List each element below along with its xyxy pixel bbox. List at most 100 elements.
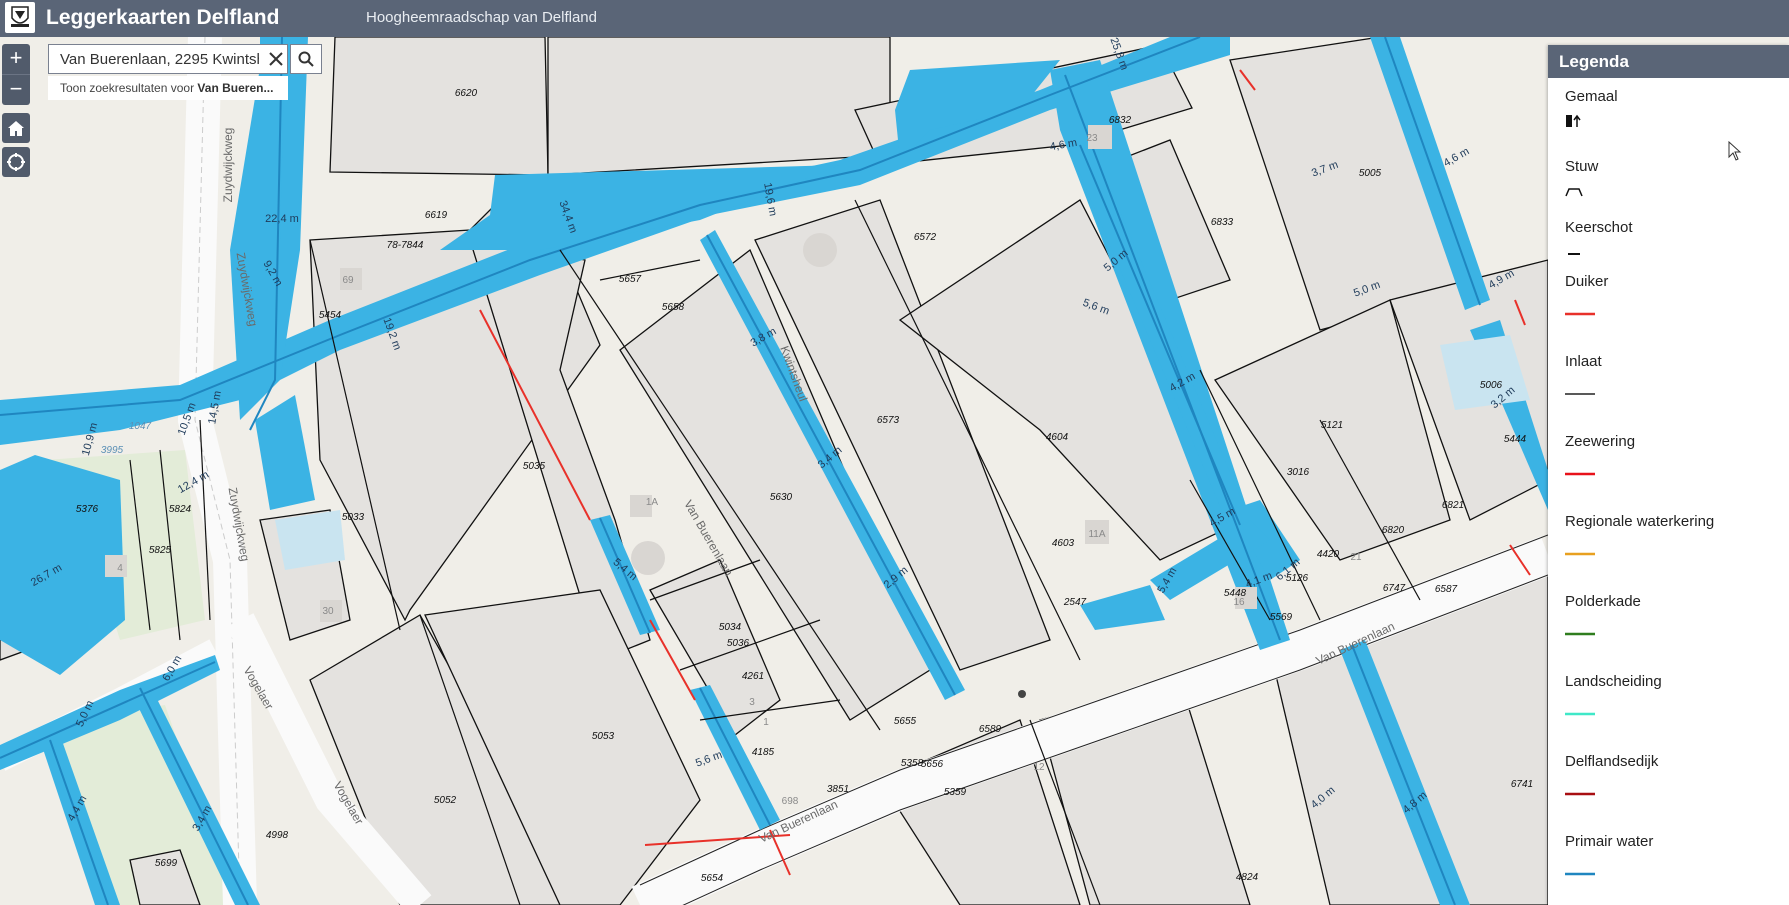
house-number: 11A	[1088, 529, 1105, 540]
legend-line-swatch	[1565, 712, 1595, 716]
parcel-label: 5034	[719, 622, 742, 633]
legend-label: Duiker	[1565, 273, 1609, 290]
legend-line-swatch	[1565, 792, 1595, 796]
suggestion-prefix: Toon zoekresultaten voor	[60, 81, 198, 95]
parcel-label: 6619	[425, 210, 448, 221]
parcel-label: 5699	[155, 858, 178, 869]
house-number: 3	[749, 697, 755, 708]
house-number: 23	[1086, 133, 1098, 144]
street-label: Zuydwijckweg	[221, 128, 235, 203]
parcel-label: 5006	[1480, 380, 1503, 391]
app-title: Leggerkaarten Delfland	[46, 6, 280, 29]
parcel-label: 5444	[1504, 434, 1527, 445]
parcel-label: 6589	[979, 724, 1002, 735]
organization-name: Hoogheemraadschap van Delfland	[366, 9, 597, 26]
house-number: 30	[322, 606, 334, 617]
parcel-label: 1047	[129, 421, 152, 432]
legend-item: Inlaat	[1565, 353, 1765, 395]
parcel-label: 5005	[1359, 168, 1382, 179]
parcel-label: 6820	[1382, 525, 1405, 536]
parcel-label: 4420	[1317, 549, 1340, 560]
search-suggestion[interactable]: Toon zoekresultaten voor Van Bueren...	[48, 76, 288, 100]
zoom-in-button[interactable]: +	[2, 44, 30, 74]
legend-line-swatch	[1565, 552, 1595, 556]
legend-label: Inlaat	[1565, 353, 1602, 370]
delfland-logo	[5, 2, 35, 33]
house-number: 4	[117, 563, 123, 574]
house-number: 21	[1350, 552, 1362, 563]
parcel-label: 2547	[1063, 597, 1087, 608]
home-button[interactable]	[2, 113, 30, 143]
parcel-label: 6832	[1109, 115, 1132, 126]
legend-title: Legenda	[1548, 45, 1789, 78]
map-canvas[interactable]: 6620 6832 5005 6833 6619 78-7844 6572 5657 5658 5…	[0, 37, 1548, 905]
mouse-cursor-icon	[1728, 141, 1742, 161]
house-number: 1	[763, 717, 769, 728]
pond	[275, 510, 345, 570]
parcel-label: 5454	[319, 310, 342, 321]
legend-line-swatch	[1565, 872, 1595, 876]
parcel-label: 5053	[592, 731, 615, 742]
keerschot-icon	[1568, 253, 1580, 255]
legend-item: Regionale waterkering	[1565, 513, 1765, 556]
map-view[interactable]: 6620 6832 5005 6833 6619 78-7844 6572 5657 5658 5…	[0, 37, 1548, 905]
house-number: 698	[782, 796, 799, 807]
parcel-label: 5630	[770, 492, 793, 503]
house-number: 16	[1233, 597, 1245, 608]
parcel-label: 4261	[742, 671, 764, 682]
parcel-label: 5033	[342, 512, 365, 523]
legend-item: Delflandsedijk	[1565, 753, 1765, 796]
parcel-label: 4824	[1236, 872, 1259, 883]
clear-search-icon[interactable]	[268, 51, 284, 67]
legend-line-swatch	[1565, 312, 1595, 316]
gemaal-icon	[1566, 114, 1581, 127]
parcel-label: 5824	[169, 504, 192, 515]
marker-dot	[1018, 690, 1026, 698]
legend-label: Regionale waterkering	[1565, 513, 1715, 530]
parcel-label: 4185	[752, 747, 775, 758]
house-number: 12	[1033, 762, 1045, 773]
legend-item: Polderkade	[1565, 593, 1765, 636]
legend-line-swatch	[1565, 393, 1595, 395]
parcel-label: 6833	[1211, 217, 1234, 228]
parcel-label: 5035	[523, 461, 546, 472]
parcel-label: 5121	[1321, 420, 1343, 431]
locate-button[interactable]	[2, 147, 30, 177]
parcel-label: 5376	[76, 504, 99, 515]
legend-label: Primair water	[1565, 833, 1654, 850]
legend-item: Duiker	[1565, 273, 1765, 316]
legend-item: Primair water	[1565, 833, 1765, 876]
legend-label: Delflandsedijk	[1565, 753, 1659, 770]
legend-item: Zeewering	[1565, 433, 1765, 476]
search-button[interactable]	[290, 44, 322, 74]
parcel-label: 5654	[701, 873, 724, 884]
legend-line-swatch	[1565, 472, 1595, 476]
parcel-label: 4603	[1052, 538, 1075, 549]
parcel-label: 6572	[914, 232, 937, 243]
search-input[interactable]	[49, 45, 259, 73]
top-bar: Leggerkaarten Delfland Hoogheemraadschap…	[0, 0, 1789, 37]
parcel-label: 6821	[1442, 500, 1464, 511]
parcel-label: 6587	[1435, 584, 1458, 595]
building-icon	[803, 233, 837, 267]
parcel-label: 5359	[944, 787, 967, 798]
legend-panel: Legenda Gemaal Stuw Keerschot Duiker Inlaat Z…	[1548, 45, 1789, 905]
legend-label: Polderkade	[1565, 593, 1641, 610]
search-box	[48, 44, 288, 74]
suggestion-term: Van Bueren...	[197, 81, 274, 95]
parcel-label: 5052	[434, 795, 457, 806]
stuw-icon	[1565, 188, 1583, 197]
legend-item: Keerschot	[1565, 219, 1765, 255]
legend-label: Gemaal	[1565, 88, 1618, 105]
zoom-controls: + −	[2, 44, 30, 105]
parcel-label: 5569	[1270, 612, 1293, 623]
legend-item: Gemaal	[1565, 88, 1765, 127]
zoom-out-button[interactable]: −	[2, 74, 30, 105]
legend-item: Landscheiding	[1565, 673, 1765, 716]
parcel-label: 6741	[1511, 779, 1533, 790]
parcel-label: 3016	[1287, 467, 1310, 478]
parcel-label: 5655	[894, 716, 917, 727]
parcel-label: 5657	[619, 274, 642, 285]
parcel-label: 6620	[455, 88, 478, 99]
legend-label: Zeewering	[1565, 433, 1636, 450]
